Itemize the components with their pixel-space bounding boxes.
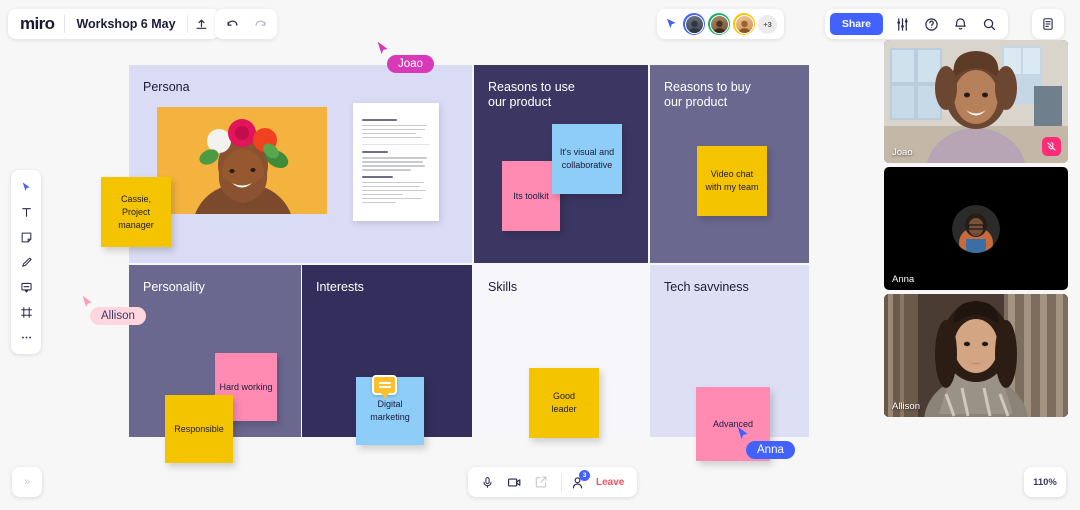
- sticky-visual-collab[interactable]: It's visual and collaborative: [552, 124, 622, 194]
- call-bar-divider: [561, 473, 562, 491]
- miro-board-app: miro Workshop 6 May +3 Share Persona Rea…: [0, 0, 1080, 510]
- cursor-pointer-icon: [737, 426, 748, 440]
- cursor-pointer-icon: [377, 41, 388, 55]
- notes-panel-icon[interactable]: [1032, 9, 1064, 39]
- sticky-good-leader[interactable]: Good leader: [529, 368, 599, 438]
- leave-button[interactable]: Leave: [588, 477, 630, 488]
- zoom-level-button[interactable]: 110%: [1024, 467, 1066, 497]
- comment-line: [378, 386, 391, 389]
- quadrant-skills[interactable]: Skills Good leader: [474, 265, 648, 438]
- more-tools[interactable]: [13, 325, 39, 349]
- quadrant-title: Tech savviness: [664, 280, 749, 294]
- research-document[interactable]: [353, 103, 439, 221]
- video-tile-allison[interactable]: Allison: [884, 294, 1068, 417]
- header-actions: Share: [824, 9, 1008, 39]
- upload-icon[interactable]: [188, 11, 216, 37]
- text-tool[interactable]: [13, 200, 39, 224]
- comment-line: [378, 381, 391, 384]
- avatar: [952, 204, 1000, 253]
- board-canvas[interactable]: Persona Reasons to use our product Its t…: [129, 65, 809, 463]
- undo-redo-group: [215, 9, 277, 39]
- sticky-responsible[interactable]: Responsible: [165, 395, 233, 463]
- video-participant-name: Anna: [892, 274, 915, 285]
- bell-icon[interactable]: [946, 11, 974, 37]
- pen-tool[interactable]: [13, 250, 39, 274]
- quadrant-title: Reasons to use our product: [488, 80, 575, 109]
- redo-icon[interactable]: [246, 11, 274, 37]
- question-circle-icon[interactable]: [917, 11, 945, 37]
- quadrant-title: Interests: [316, 280, 364, 294]
- frame-tool[interactable]: [13, 300, 39, 324]
- call-control-bar: 3 Leave: [468, 467, 638, 497]
- board-title[interactable]: Workshop 6 May: [65, 17, 186, 31]
- sliders-icon[interactable]: [888, 11, 916, 37]
- select-tool[interactable]: [13, 175, 39, 199]
- sticky-video-chat[interactable]: Video chat with my team: [697, 146, 767, 216]
- quadrant-persona[interactable]: Persona: [129, 65, 472, 263]
- cursor-label: Anna: [746, 441, 795, 459]
- miro-logo[interactable]: miro: [12, 15, 64, 32]
- cursor-joao: Joao: [375, 40, 434, 73]
- microphone-icon[interactable]: [475, 470, 499, 494]
- cursor-label: Joao: [387, 55, 434, 73]
- quadrant-interests[interactable]: Interests Digital marketing: [302, 265, 472, 445]
- quadrant-personality[interactable]: Personality Hard working Responsible: [129, 265, 301, 463]
- video-feed: [884, 294, 1068, 417]
- expand-panel-button[interactable]: »: [12, 467, 42, 497]
- video-panel: Joao Anna Allison: [884, 40, 1068, 421]
- quadrant-tech-savviness[interactable]: Tech savviness Advanced: [650, 265, 809, 461]
- quadrant-title: Skills: [488, 280, 518, 294]
- avatar[interactable]: [683, 13, 705, 35]
- quadrant-title: Persona: [143, 80, 190, 94]
- left-toolbar: [11, 170, 41, 354]
- participants-count-badge: 3: [579, 469, 590, 481]
- collaborator-avatars: +3: [657, 9, 784, 39]
- cursor-anna: Anna: [735, 425, 795, 459]
- avatar[interactable]: [733, 13, 755, 35]
- mic-muted-icon[interactable]: [1042, 137, 1061, 156]
- avatar[interactable]: [708, 13, 730, 35]
- quadrant-title: Personality: [143, 280, 205, 294]
- avatar-image: [684, 14, 704, 34]
- share-button[interactable]: Share: [829, 13, 883, 35]
- video-participant-name: Joao: [892, 147, 913, 158]
- doc-heading: [362, 119, 398, 121]
- search-icon[interactable]: [975, 11, 1003, 37]
- board-header: miro Workshop 6 May: [8, 9, 220, 39]
- avatar-image: [709, 14, 729, 34]
- undo-icon[interactable]: [218, 11, 246, 37]
- video-camera-icon[interactable]: [502, 470, 526, 494]
- cursor-share-icon[interactable]: [664, 17, 678, 31]
- quadrant-reasons-buy[interactable]: Reasons to buy our product Video chat wi…: [650, 65, 809, 263]
- video-tile-joao[interactable]: Joao: [884, 40, 1068, 163]
- sticky-cassie[interactable]: Cassie, Project manager: [101, 177, 171, 247]
- comment-badge-icon[interactable]: [372, 375, 397, 399]
- comment-tool[interactable]: [13, 275, 39, 299]
- video-feed: [884, 40, 1068, 163]
- participants-button[interactable]: 3: [570, 469, 590, 490]
- quadrant-reasons-use[interactable]: Reasons to use our product Its toolkit I…: [474, 65, 648, 263]
- persona-photo: [157, 107, 327, 214]
- share-screen-icon[interactable]: [529, 470, 553, 494]
- avatar-overflow-badge[interactable]: +3: [758, 14, 777, 34]
- cursor-allison: Allison: [80, 294, 146, 325]
- sticky-note-tool[interactable]: [13, 225, 39, 249]
- quadrant-title: Reasons to buy our product: [664, 80, 751, 109]
- cursor-label: Allison: [90, 307, 146, 325]
- video-participant-name: Allison: [892, 401, 920, 412]
- avatar-image: [734, 14, 754, 34]
- video-tile-anna[interactable]: Anna: [884, 167, 1068, 290]
